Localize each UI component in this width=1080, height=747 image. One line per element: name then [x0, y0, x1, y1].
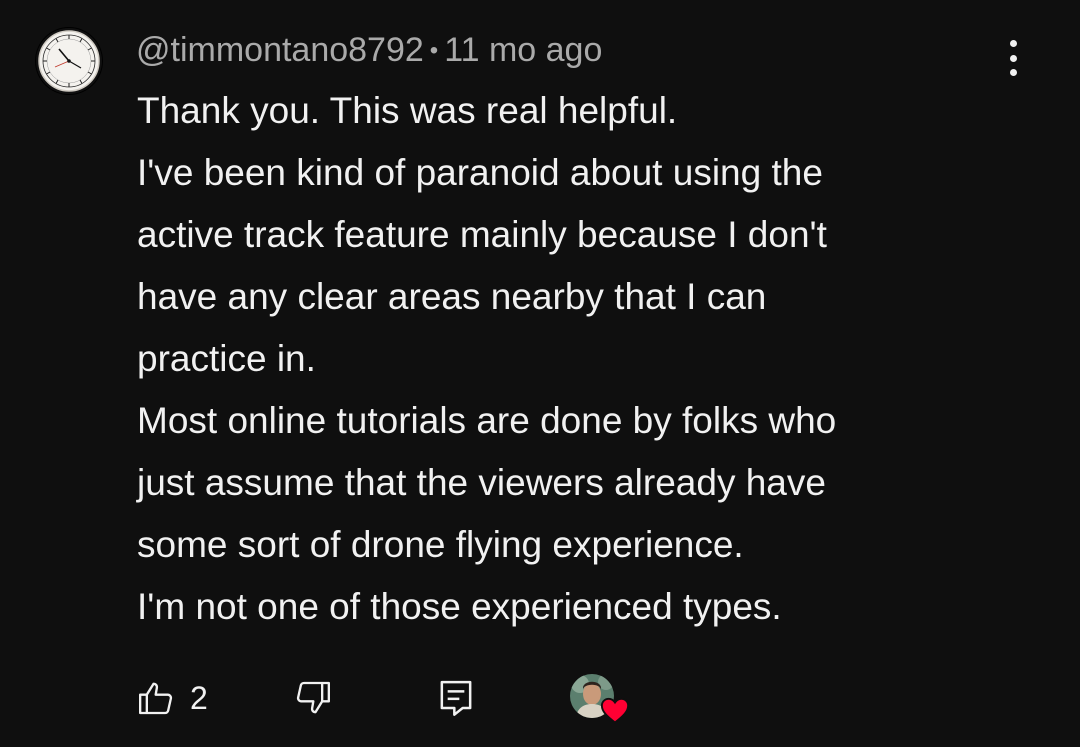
- creator-heart-icon: [600, 697, 630, 724]
- more-vertical-icon: [1009, 40, 1017, 47]
- comment-line: I'm not one of those experienced types.: [137, 586, 782, 627]
- comment-line: practice in.: [137, 338, 316, 379]
- more-vertical-icon: [1009, 69, 1017, 76]
- comment-username[interactable]: @timmontano8792: [136, 31, 424, 69]
- comment-line: have any clear areas nearby that I can: [137, 276, 767, 317]
- commenter-avatar[interactable]: [35, 27, 103, 95]
- reply-button[interactable]: [437, 670, 475, 726]
- like-count: 2: [190, 679, 208, 716]
- comment-timestamp: 11 mo ago: [444, 31, 603, 69]
- comment-menu-button[interactable]: [996, 36, 1030, 80]
- dislike-button[interactable]: [293, 670, 333, 726]
- meta-separator: •: [429, 37, 439, 64]
- watch-face-avatar-icon: [36, 28, 102, 94]
- comment-body: Thank you. This was real helpful. I've b…: [137, 80, 1037, 638]
- comment-line: active track feature mainly because I do…: [137, 214, 827, 255]
- thumbs-down-icon: [296, 681, 330, 714]
- creator-heart-badge: [570, 674, 632, 724]
- thumbs-up-icon: [139, 682, 173, 715]
- comment-line: Most online tutorials are done by folks …: [137, 400, 837, 441]
- comment-line: I've been kind of paranoid about using t…: [137, 152, 823, 193]
- comment-line: Thank you. This was real helpful.: [137, 90, 678, 131]
- comment-meta: @timmontano8792 • 11 mo ago: [136, 28, 602, 73]
- more-vertical-icon: [1009, 54, 1017, 62]
- reply-comment-icon: [440, 680, 472, 716]
- like-button[interactable]: 2: [136, 670, 208, 726]
- comment-line: just assume that the viewers already hav…: [137, 462, 826, 503]
- comment-line: some sort of drone flying experience.: [137, 524, 744, 565]
